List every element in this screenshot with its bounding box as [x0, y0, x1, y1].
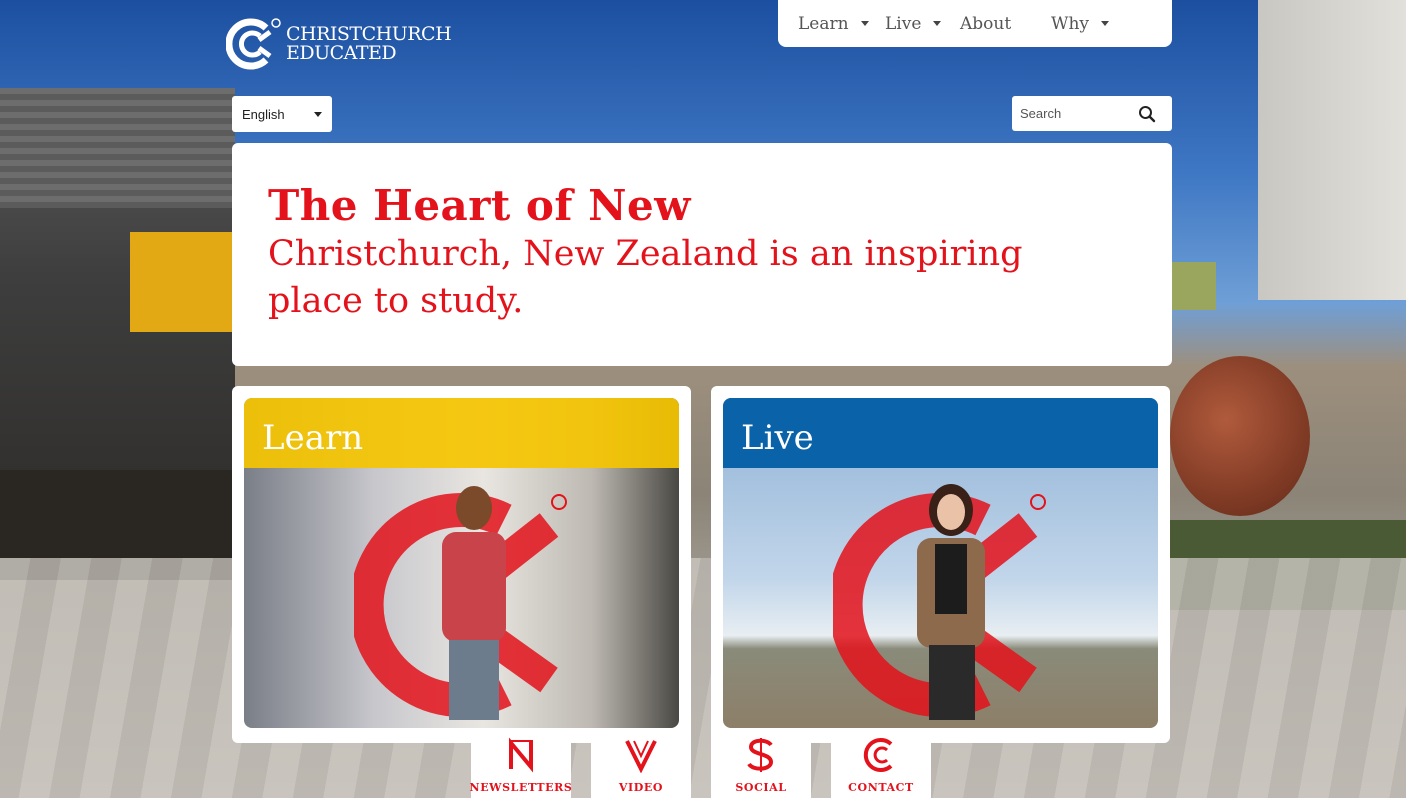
- hero-body: Christchurch, New Zealand is an inspirin…: [268, 234, 1023, 321]
- logo-wordmark: CHRISTCHURCH EDUCATED: [286, 25, 452, 64]
- background-photo: [0, 0, 1406, 798]
- nav-why-label: Why: [1051, 13, 1090, 34]
- nav-learn[interactable]: Learn: [798, 14, 885, 34]
- learn-card-title: Learn: [262, 418, 364, 458]
- rust-sculpture: [1170, 356, 1310, 516]
- nav-about[interactable]: About: [960, 14, 1051, 34]
- search-icon[interactable]: [1138, 105, 1156, 123]
- contact-c-icon: [863, 738, 893, 772]
- nav-learn-label: Learn: [798, 13, 849, 34]
- chevron-down-icon: [860, 21, 869, 26]
- tab-video[interactable]: VIDEO: [591, 731, 691, 798]
- live-card-title: Live: [741, 418, 814, 458]
- live-card-link[interactable]: Live: [723, 398, 1158, 728]
- tab-contact-label: CONTACT: [848, 781, 914, 794]
- search-input[interactable]: [1020, 106, 1138, 121]
- right-building: [1258, 0, 1406, 300]
- student-photo-live: [833, 484, 1046, 720]
- social-s-icon: [747, 738, 774, 772]
- tab-contact[interactable]: CONTACT: [831, 731, 931, 798]
- logo-line-2: EDUCATED: [286, 42, 397, 64]
- tab-newsletters[interactable]: NEWSLETTERS: [469, 731, 573, 798]
- christchurch-c-logo-icon: [226, 18, 281, 70]
- chevron-down-icon: [314, 111, 322, 117]
- green-container: [1171, 262, 1216, 310]
- live-card: Live: [711, 386, 1170, 743]
- main-nav: Learn Live About Why: [778, 0, 1172, 47]
- nav-about-label: About: [960, 13, 1012, 34]
- tab-social-label: SOCIAL: [735, 781, 787, 794]
- hero-headline: The Heart of New: [268, 181, 691, 230]
- student-photo-learn: [354, 486, 567, 720]
- language-select[interactable]: English: [232, 96, 332, 132]
- learn-card-link[interactable]: Learn: [244, 398, 679, 728]
- nav-live[interactable]: Live: [885, 14, 960, 34]
- site-logo[interactable]: CHRISTCHURCH EDUCATED: [226, 16, 452, 72]
- newsletters-n-icon: [509, 737, 533, 773]
- learn-card: Learn: [232, 386, 691, 743]
- plaza-pavement: [0, 558, 1406, 798]
- chevron-down-icon: [933, 21, 942, 26]
- left-building-cladding: [0, 88, 235, 208]
- language-selected: English: [242, 106, 285, 122]
- nav-live-label: Live: [885, 13, 922, 34]
- tab-newsletters-label: NEWSLETTERS: [469, 781, 573, 794]
- tab-video-label: VIDEO: [618, 781, 664, 794]
- chevron-down-icon: [1101, 21, 1110, 26]
- nav-why[interactable]: Why: [1051, 14, 1121, 34]
- video-v-icon: [625, 740, 657, 773]
- yellow-container: [130, 232, 235, 332]
- hero-panel: The Heart of New Christchurch, New Zeala…: [232, 143, 1172, 366]
- search-box: [1012, 96, 1172, 131]
- tab-social[interactable]: SOCIAL: [711, 731, 811, 798]
